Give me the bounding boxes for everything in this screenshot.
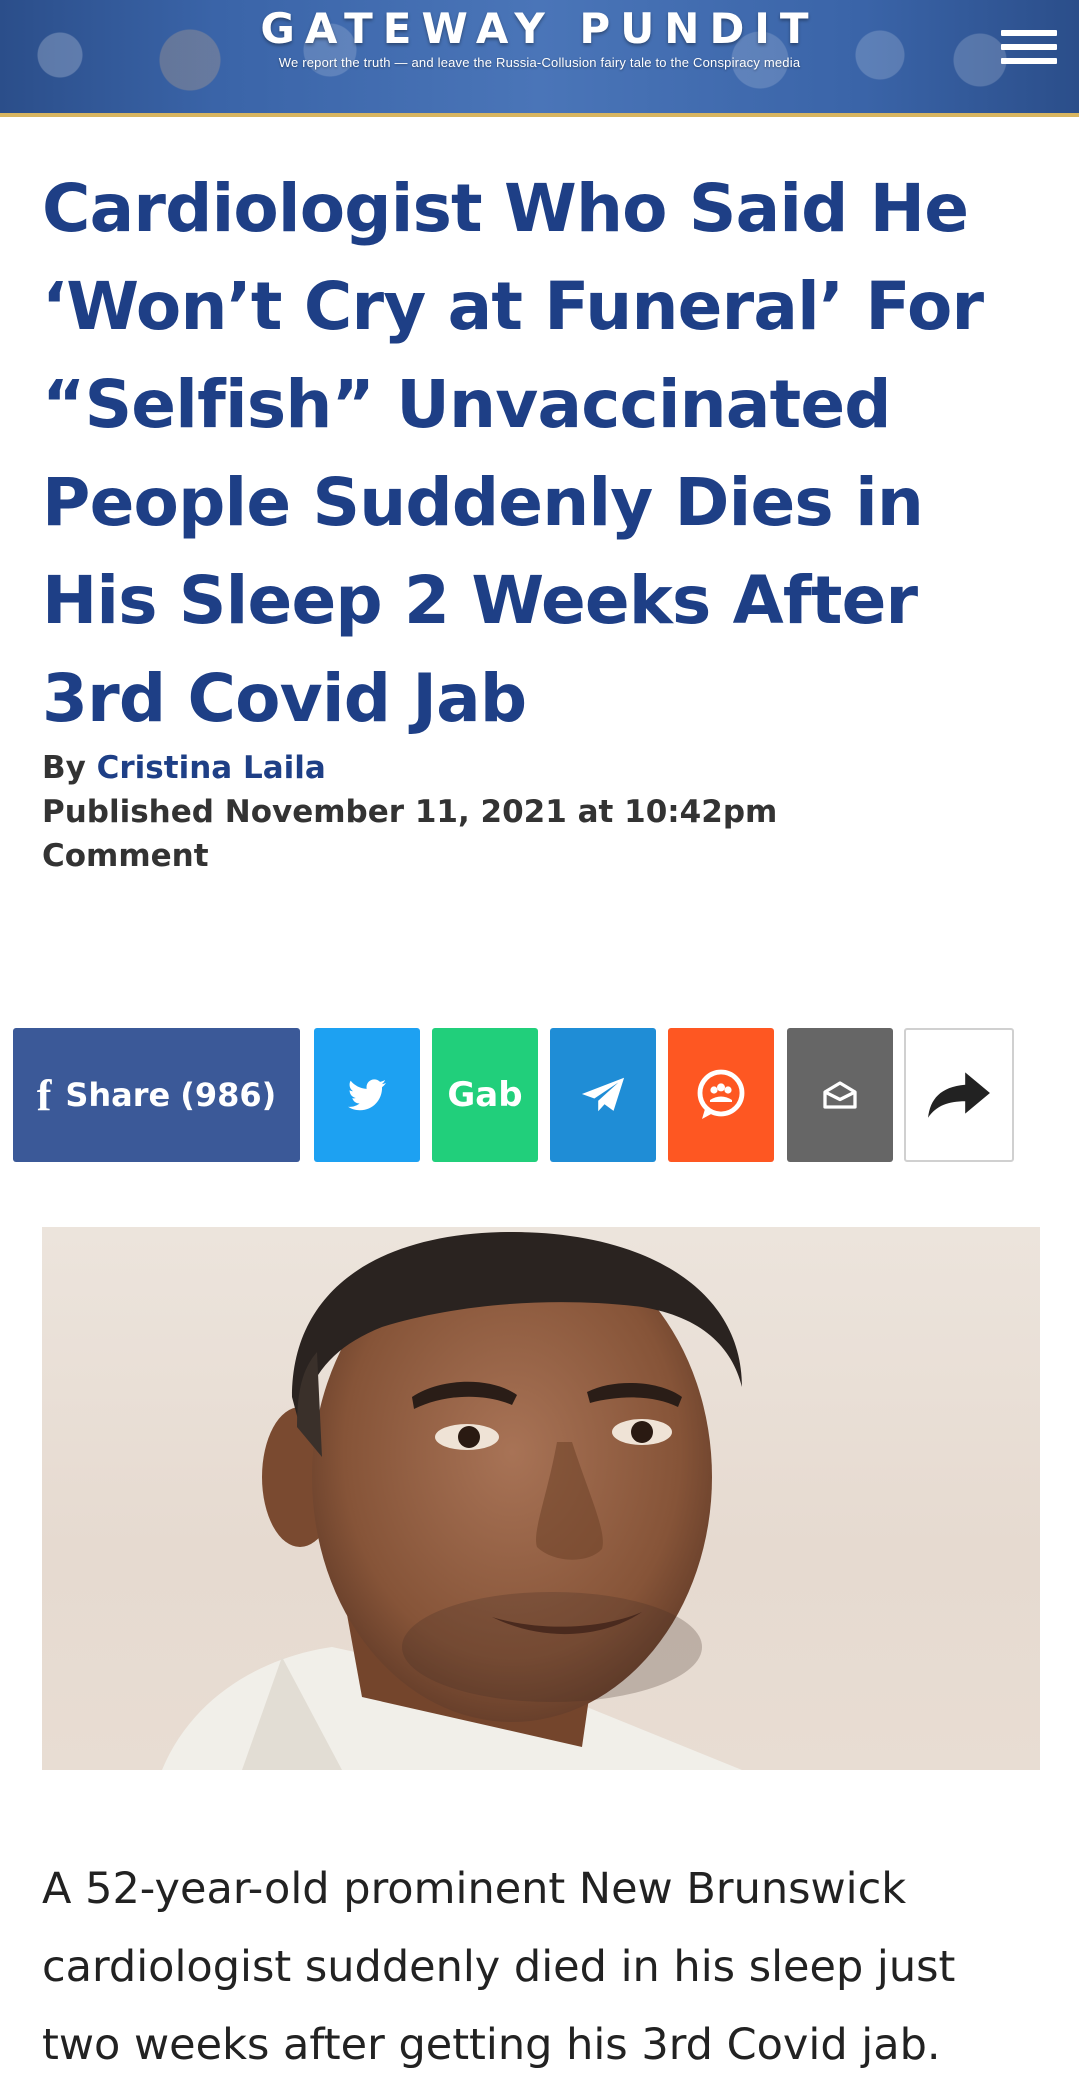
menu-bar-line	[1001, 44, 1057, 50]
facebook-share-label: Share	[65, 1076, 171, 1114]
facebook-share-count: (986)	[180, 1076, 277, 1114]
email-share-button[interactable]	[787, 1028, 893, 1162]
share-arrow-icon	[928, 1072, 990, 1118]
gab-share-button[interactable]: Gab	[432, 1028, 538, 1162]
comment-link[interactable]: Comment	[42, 838, 942, 874]
author-link[interactable]: Cristina Laila	[97, 750, 326, 786]
article-paragraph: A 52-year-old prominent New Brunswick ca…	[42, 1864, 956, 2070]
mewe-icon	[697, 1069, 745, 1119]
mewe-share-button[interactable]	[668, 1028, 774, 1162]
site-logo[interactable]: GATEWAY PUNDIT	[0, 4, 1079, 53]
facebook-share-button[interactable]: f Share (986)	[13, 1028, 300, 1162]
byline: By Cristina Laila	[42, 750, 942, 786]
byline-label: By	[42, 750, 86, 786]
site-tagline: We report the truth — and leave the Russ…	[278, 55, 801, 70]
twitter-icon	[348, 1079, 386, 1111]
more-share-button[interactable]	[904, 1028, 1014, 1162]
portrait-illustration	[162, 1232, 742, 1770]
menu-bar-line	[1001, 58, 1057, 64]
gab-share-label: Gab	[447, 1075, 523, 1115]
telegram-share-button[interactable]	[550, 1028, 656, 1162]
menu-bar-line	[1001, 30, 1057, 36]
facebook-icon: f	[36, 1070, 52, 1120]
hamburger-menu-icon[interactable]	[1001, 30, 1057, 80]
article-headline: Cardiologist Who Said He ‘Won’t Cry at F…	[42, 170, 984, 737]
article-photo	[42, 1227, 1040, 1770]
email-icon	[823, 1081, 857, 1109]
telegram-icon	[581, 1077, 625, 1112]
site-header: GATEWAY PUNDIT We report the truth — and…	[0, 0, 1079, 113]
header-accent-line	[0, 113, 1079, 117]
published-date: Published November 11, 2021 at 10:42pm	[42, 794, 778, 830]
twitter-share-button[interactable]	[314, 1028, 420, 1162]
